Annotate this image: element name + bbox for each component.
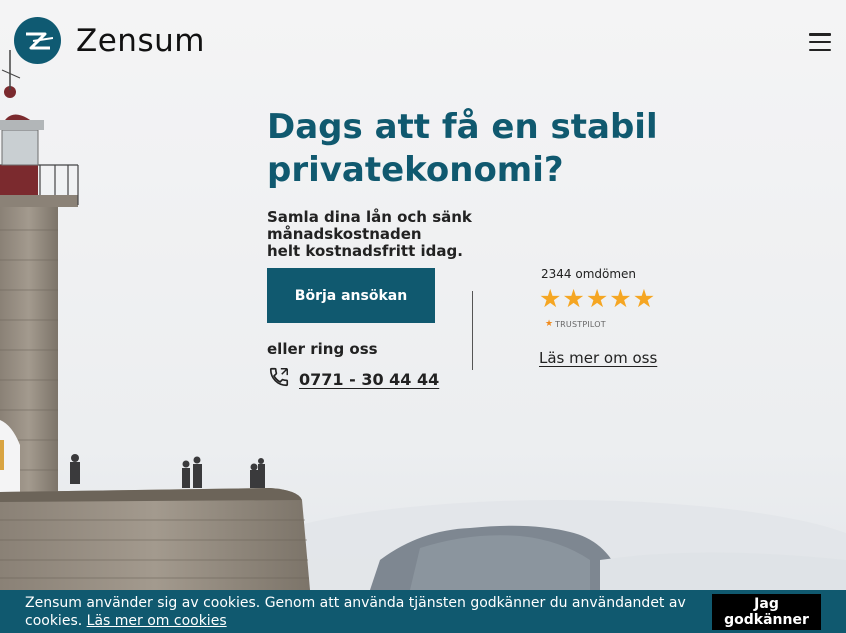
- accept-line1: Jag: [754, 596, 779, 612]
- accept-line2: godkänner: [724, 612, 809, 628]
- star-icon: ★: [609, 284, 632, 313]
- phone-row: 0771 - 30 44 44: [268, 366, 439, 392]
- hero-subtitle-line2: helt kostnadsfritt idag.: [267, 242, 463, 260]
- cookie-message: Zensum använder sig av cookies. Genom at…: [25, 594, 705, 630]
- phone-icon: [268, 366, 290, 392]
- vertical-divider: [472, 291, 473, 370]
- trustpilot-logo[interactable]: ★ TRUSTPILOT: [545, 319, 606, 329]
- accept-cookies-button[interactable]: Jag godkänner: [712, 594, 821, 630]
- trustpilot-star-icon: ★: [545, 319, 554, 329]
- hero-title-line2: privatekonomi?: [267, 150, 564, 190]
- brand-logo[interactable]: Zensum: [14, 17, 205, 64]
- hero-title: Dags att få en stabil privatekonomi?: [267, 106, 687, 192]
- reviews-count: 2344 omdömen: [541, 267, 637, 281]
- star-icon: ★: [585, 284, 609, 313]
- star-icon: ★: [562, 284, 585, 313]
- site-header: Zensum: [0, 0, 846, 84]
- hero-subtitle: Samla dina lån och sänk månadskostnaden …: [267, 209, 627, 260]
- hero-title-line1: Dags att få en stabil: [267, 107, 658, 147]
- star-icon: ★: [539, 284, 562, 313]
- cookie-info-link[interactable]: Läs mer om cookies: [87, 613, 227, 629]
- rating-stars: ★ ★ ★ ★ ★: [539, 286, 656, 311]
- phone-number-link[interactable]: 0771 - 30 44 44: [299, 370, 439, 389]
- star-icon: ★: [632, 284, 656, 313]
- zensum-logo-icon: [14, 17, 61, 64]
- hamburger-menu-icon[interactable]: [806, 30, 834, 54]
- or-call-label: eller ring oss: [267, 340, 378, 358]
- start-application-button[interactable]: Börja ansökan: [267, 268, 435, 323]
- about-us-link[interactable]: Läs mer om oss: [539, 349, 657, 367]
- cookie-banner: Zensum använder sig av cookies. Genom at…: [0, 590, 846, 633]
- brand-name: Zensum: [76, 22, 205, 59]
- trustpilot-label: TRUSTPILOT: [555, 319, 606, 329]
- hero-subtitle-line1: Samla dina lån och sänk månadskostnaden: [267, 208, 472, 243]
